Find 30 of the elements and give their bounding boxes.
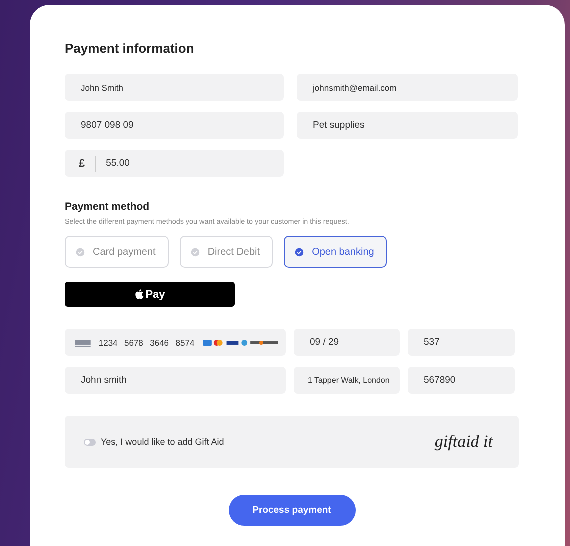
check-circle-icon bbox=[76, 248, 85, 256]
input-field[interactable]: johnsmith@email.com bbox=[297, 74, 518, 101]
payment-option[interactable]: Card payment bbox=[65, 236, 169, 268]
amount-value: 55.00 bbox=[106, 158, 130, 169]
expiry-field[interactable]: 09 / 29 bbox=[294, 329, 400, 356]
section-title: Payment information bbox=[65, 41, 196, 56]
input-field[interactable]: John Smith bbox=[65, 74, 284, 101]
cvv-field[interactable]: 537 bbox=[408, 329, 515, 356]
card-number-field[interactable]: 1234 5678 3646 8574 bbox=[65, 329, 286, 356]
input-field[interactable]: 9807 098 09 bbox=[65, 112, 284, 139]
currency-symbol: £ bbox=[79, 158, 86, 170]
input-field[interactable]: Pet supplies bbox=[297, 112, 518, 139]
gift-aid-logo: giftaid it bbox=[434, 432, 493, 452]
section-title: Payment method bbox=[65, 201, 151, 213]
card-logos-icon bbox=[202, 338, 278, 346]
card-number: 1234 5678 3646 8574 bbox=[98, 338, 195, 348]
apple-icon bbox=[134, 289, 144, 300]
gift-aid-label: Yes, I would like to add Gift Aid bbox=[101, 437, 224, 447]
apple-pay-button[interactable]: Pay bbox=[65, 282, 235, 307]
check-circle-icon bbox=[190, 248, 200, 256]
postcode-field[interactable]: 567890 bbox=[408, 367, 515, 394]
payment-option[interactable]: Open banking bbox=[284, 236, 388, 268]
amount-field[interactable]: £ 55.00 bbox=[65, 150, 284, 177]
toggle-switch[interactable] bbox=[84, 438, 96, 446]
card-brand-icon bbox=[75, 338, 91, 346]
process-payment-button[interactable]: Process payment bbox=[228, 495, 356, 526]
cardholder-field[interactable]: John smith bbox=[65, 367, 286, 394]
check-circle-icon bbox=[295, 248, 304, 256]
payment-option[interactable]: Direct Debit bbox=[180, 236, 274, 268]
address-field[interactable]: 1 Tapper Walk, London bbox=[294, 367, 400, 394]
